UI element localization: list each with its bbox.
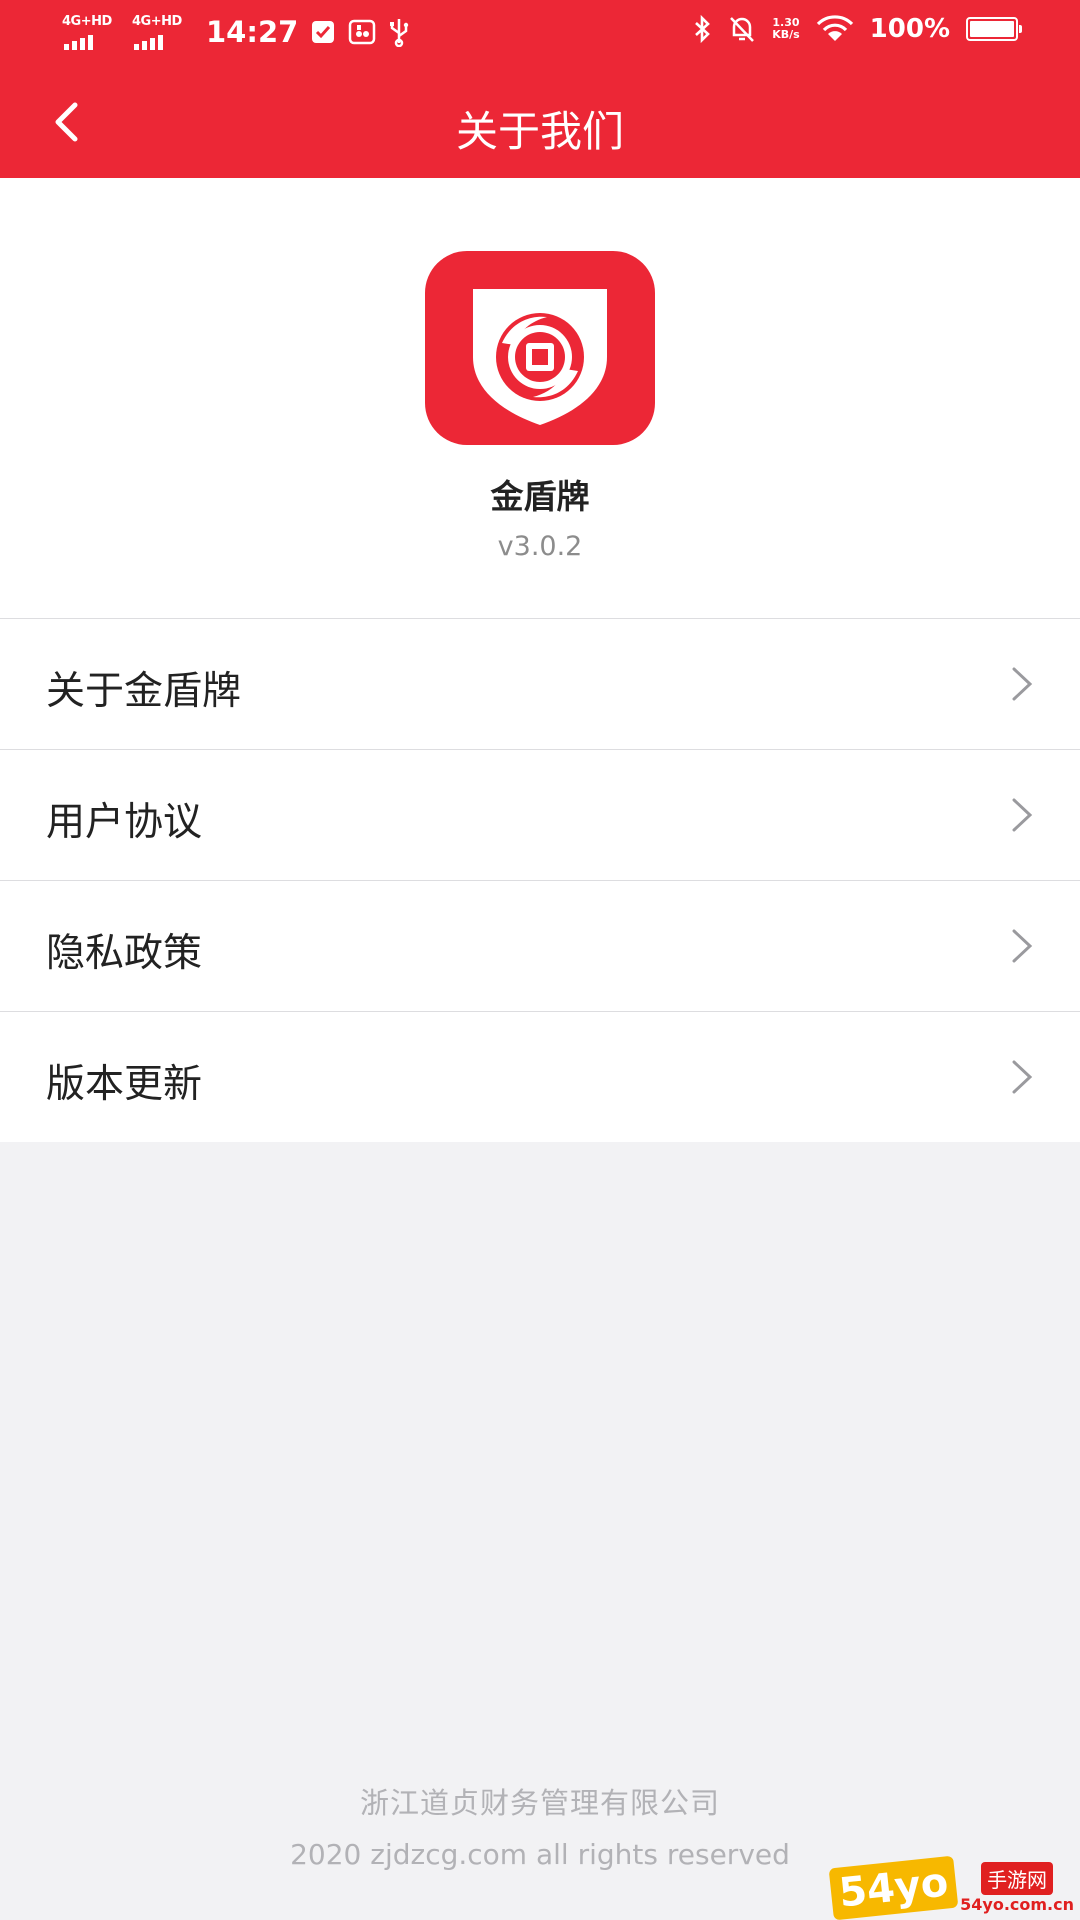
watermark-text: 手游网 xyxy=(981,1862,1054,1895)
clock: 14:27 xyxy=(206,15,299,49)
top-bar: 4G+HD 4G+HD 14:27 1.30 KB/s 100% 关于我们 xyxy=(0,0,1080,178)
battery-percent: 100% xyxy=(869,14,950,44)
chevron-right-icon xyxy=(1012,798,1033,832)
mute-bell-icon xyxy=(728,14,756,44)
chevron-right-icon xyxy=(1012,929,1033,963)
status-bar: 4G+HD 4G+HD 14:27 1.30 KB/s 100% xyxy=(0,0,1080,70)
wifi-icon xyxy=(816,15,854,43)
menu-item-label: 用户协议 xyxy=(46,800,203,845)
menu-list: 关于金盾牌 用户协议 隐私政策 版本更新 xyxy=(0,618,1080,1142)
net-speed: 1.30 KB/s xyxy=(772,17,799,41)
app-info-header: 金盾牌 v3.0.2 xyxy=(0,178,1080,618)
app-version: v3.0.2 xyxy=(497,531,583,562)
app-name: 金盾牌 xyxy=(490,477,590,516)
footer: 浙江道贞财务管理有限公司 2020 zjdzcg.com all rights … xyxy=(0,1780,1080,1871)
menu-item-user-agreement[interactable]: 用户协议 xyxy=(0,749,1080,880)
signal-2: 4G+HD xyxy=(132,14,190,50)
menu-item-about[interactable]: 关于金盾牌 xyxy=(0,618,1080,749)
usb-icon xyxy=(388,17,410,47)
company-name: 浙江道贞财务管理有限公司 xyxy=(359,1786,720,1820)
signal-1: 4G+HD xyxy=(62,14,120,50)
watermark-logo: 54yo 手游网 54yo.com.cn xyxy=(828,1855,1074,1920)
chevron-right-icon xyxy=(1012,667,1033,701)
menu-item-label: 关于金盾牌 xyxy=(46,669,242,714)
shield-logo-icon xyxy=(425,251,655,445)
menu-item-label: 版本更新 xyxy=(46,1062,203,1107)
signal-bars-icon xyxy=(64,35,93,50)
bluetooth-icon xyxy=(692,14,712,44)
watermark-badge: 54yo xyxy=(828,1855,959,1920)
menu-item-label: 隐私政策 xyxy=(46,931,203,976)
page-title: 关于我们 xyxy=(455,107,624,156)
network-type-label: 4G+HD xyxy=(62,14,112,29)
signal-bars-icon xyxy=(134,35,163,50)
watermark-url: 54yo.com.cn xyxy=(960,1895,1074,1914)
menu-item-version-update[interactable]: 版本更新 xyxy=(0,1011,1080,1142)
usb-device-icon xyxy=(348,18,376,46)
check-notification-icon xyxy=(310,19,336,45)
chevron-right-icon xyxy=(1012,1060,1033,1094)
net-speed-unit: KB/s xyxy=(772,28,800,41)
navbar: 关于我们 xyxy=(0,70,1080,178)
network-type-label: 4G+HD xyxy=(132,14,182,29)
menu-item-privacy-policy[interactable]: 隐私政策 xyxy=(0,880,1080,1011)
battery-icon xyxy=(966,17,1022,41)
